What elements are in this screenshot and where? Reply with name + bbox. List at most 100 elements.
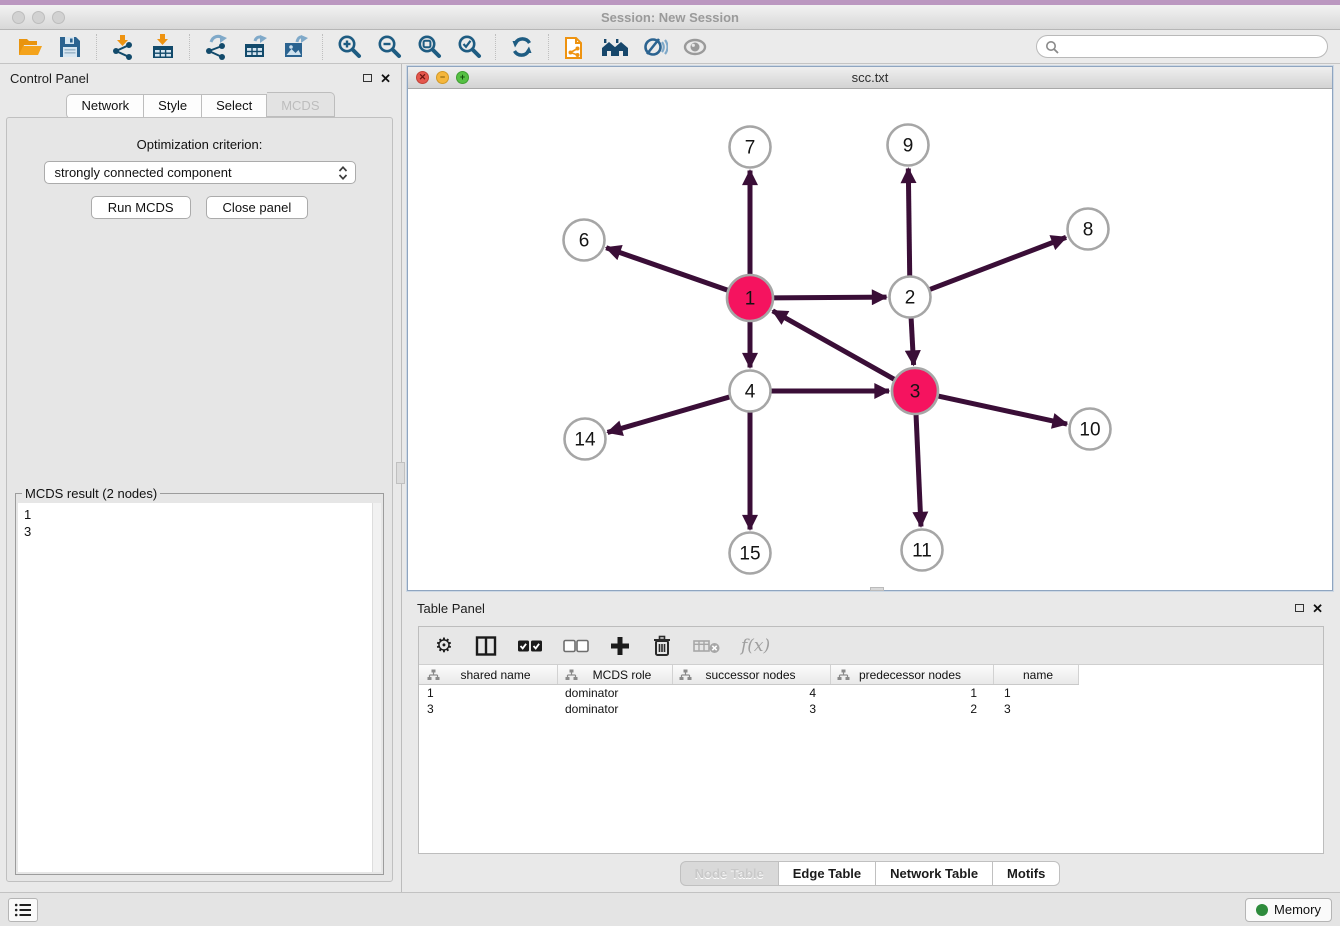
open-file-icon[interactable] bbox=[10, 32, 50, 62]
network-resize-handle[interactable] bbox=[870, 587, 884, 591]
criterion-selected-value: strongly connected component bbox=[55, 165, 337, 180]
export-image-icon[interactable] bbox=[276, 32, 316, 62]
delete-column-icon[interactable] bbox=[651, 632, 673, 660]
cell-shared-name[interactable]: 1 bbox=[419, 685, 558, 701]
deselect-all-columns-icon[interactable] bbox=[563, 632, 589, 660]
delete-table-icon[interactable] bbox=[693, 632, 721, 660]
float-table-panel-icon[interactable] bbox=[1295, 604, 1304, 612]
run-mcds-button[interactable]: Run MCDS bbox=[91, 196, 191, 219]
table-row[interactable]: 3 dominator 3 2 3 bbox=[419, 701, 1079, 717]
column-header-shared-name[interactable]: shared name bbox=[419, 665, 558, 684]
show-column-panel-icon[interactable] bbox=[475, 632, 497, 660]
tab-node-table[interactable]: Node Table bbox=[680, 861, 779, 886]
cell-name[interactable]: 1 bbox=[994, 685, 1079, 701]
graph-edge-2-9[interactable] bbox=[908, 168, 909, 277]
show-details-eye-icon[interactable] bbox=[675, 32, 715, 62]
column-type-icon bbox=[565, 669, 578, 681]
table-row[interactable]: 1 dominator 4 1 1 bbox=[419, 685, 1079, 701]
column-header-predecessor-nodes[interactable]: predecessor nodes bbox=[831, 665, 994, 684]
table-toolbar: ⚙ f(x) bbox=[419, 627, 1323, 665]
first-neighbors-icon[interactable] bbox=[595, 32, 635, 62]
tab-network[interactable]: Network bbox=[66, 94, 144, 119]
close-table-panel-icon[interactable]: ✕ bbox=[1312, 602, 1323, 615]
column-type-icon bbox=[837, 669, 850, 681]
zoom-fit-icon[interactable] bbox=[409, 32, 449, 62]
tab-motifs[interactable]: Motifs bbox=[993, 861, 1060, 886]
function-builder-icon[interactable]: f(x) bbox=[741, 632, 770, 660]
graph-edge-3-1[interactable] bbox=[773, 311, 896, 380]
float-panel-icon[interactable] bbox=[363, 74, 372, 82]
graph-node-9[interactable]: 9 bbox=[888, 125, 929, 166]
panel-divider-handle[interactable] bbox=[396, 462, 405, 484]
graph-node-15[interactable]: 15 bbox=[730, 533, 771, 574]
table-header-row: shared name MCDS role successor nodes pr… bbox=[419, 665, 1079, 685]
svg-text:2: 2 bbox=[905, 288, 916, 309]
svg-text:9: 9 bbox=[903, 136, 914, 157]
graph-node-1[interactable]: 1 bbox=[727, 275, 773, 321]
graph-edge-1-6[interactable] bbox=[606, 248, 729, 291]
cell-shared-name[interactable]: 3 bbox=[419, 701, 558, 717]
close-panel-button[interactable]: Close panel bbox=[206, 196, 309, 219]
search-box[interactable] bbox=[1036, 35, 1328, 58]
network-minimize-button[interactable]: − bbox=[436, 71, 449, 84]
graph-node-3[interactable]: 3 bbox=[892, 368, 938, 414]
network-close-button[interactable]: ✕ bbox=[416, 71, 429, 84]
tab-style[interactable]: Style bbox=[144, 94, 202, 119]
cell-mcds-role[interactable]: dominator bbox=[558, 701, 673, 717]
cell-mcds-role[interactable]: dominator bbox=[558, 685, 673, 701]
graph-edge-2-3[interactable] bbox=[911, 316, 914, 365]
graph-edge-3-10[interactable] bbox=[936, 396, 1067, 424]
add-column-icon[interactable] bbox=[609, 632, 631, 660]
graph-node-6[interactable]: 6 bbox=[564, 220, 605, 261]
graph-edge-4-14[interactable] bbox=[608, 396, 732, 432]
column-header-mcds-role[interactable]: MCDS role bbox=[558, 665, 673, 684]
graph-node-8[interactable]: 8 bbox=[1068, 209, 1109, 250]
column-header-successor-nodes[interactable]: successor nodes bbox=[673, 665, 831, 684]
svg-text:15: 15 bbox=[739, 544, 760, 565]
result-scrollbar[interactable] bbox=[372, 503, 381, 872]
svg-text:8: 8 bbox=[1083, 220, 1094, 241]
cell-predecessor-nodes[interactable]: 1 bbox=[831, 685, 994, 701]
save-session-icon[interactable] bbox=[50, 32, 90, 62]
tab-select[interactable]: Select bbox=[202, 94, 267, 119]
cell-successor-nodes[interactable]: 3 bbox=[673, 701, 831, 717]
graph-node-11[interactable]: 11 bbox=[902, 530, 943, 571]
graph-node-14[interactable]: 14 bbox=[565, 419, 606, 460]
tab-edge-table[interactable]: Edge Table bbox=[779, 861, 876, 886]
graph-node-7[interactable]: 7 bbox=[730, 127, 771, 168]
graph-edge-3-11[interactable] bbox=[916, 413, 921, 527]
close-panel-icon[interactable]: ✕ bbox=[380, 72, 391, 85]
export-network-icon[interactable] bbox=[196, 32, 236, 62]
cell-name[interactable]: 3 bbox=[994, 701, 1079, 717]
import-table-icon[interactable] bbox=[143, 32, 183, 62]
cell-successor-nodes[interactable]: 4 bbox=[673, 685, 831, 701]
criterion-select[interactable]: strongly connected component bbox=[44, 161, 356, 184]
graph-node-2[interactable]: 2 bbox=[890, 277, 931, 318]
search-input[interactable] bbox=[1059, 40, 1319, 54]
cell-predecessor-nodes[interactable]: 2 bbox=[831, 701, 994, 717]
network-maximize-button[interactable]: + bbox=[456, 71, 469, 84]
refresh-icon[interactable] bbox=[502, 32, 542, 62]
hide-details-icon[interactable] bbox=[635, 32, 675, 62]
graph-node-10[interactable]: 10 bbox=[1070, 409, 1111, 450]
export-table-icon[interactable] bbox=[236, 32, 276, 62]
task-history-button[interactable] bbox=[8, 898, 38, 922]
zoom-selected-icon[interactable] bbox=[449, 32, 489, 62]
zoom-out-icon[interactable] bbox=[369, 32, 409, 62]
tab-network-table[interactable]: Network Table bbox=[876, 861, 993, 886]
mcds-result-area[interactable]: 1 3 bbox=[18, 503, 381, 872]
graph-node-4[interactable]: 4 bbox=[730, 371, 771, 412]
tab-mcds[interactable]: MCDS bbox=[267, 92, 334, 117]
graph-edge-2-8[interactable] bbox=[928, 237, 1066, 290]
column-header-name[interactable]: name bbox=[994, 665, 1079, 684]
select-all-columns-icon[interactable] bbox=[517, 632, 543, 660]
new-network-from-selection-icon[interactable] bbox=[555, 32, 595, 62]
table-options-gear-icon[interactable]: ⚙ bbox=[433, 632, 455, 660]
zoom-in-icon[interactable] bbox=[329, 32, 369, 62]
graph-edge-1-2[interactable] bbox=[772, 297, 887, 298]
network-graph[interactable]: 7 9 6 8 1 2 4 3 14 10 15 11 bbox=[408, 89, 1332, 590]
memory-button[interactable]: Memory bbox=[1245, 898, 1332, 922]
import-network-icon[interactable] bbox=[103, 32, 143, 62]
table-panel: Table Panel ✕ ⚙ bbox=[407, 595, 1333, 890]
network-canvas[interactable]: 7 9 6 8 1 2 4 3 14 10 15 11 bbox=[408, 89, 1332, 590]
